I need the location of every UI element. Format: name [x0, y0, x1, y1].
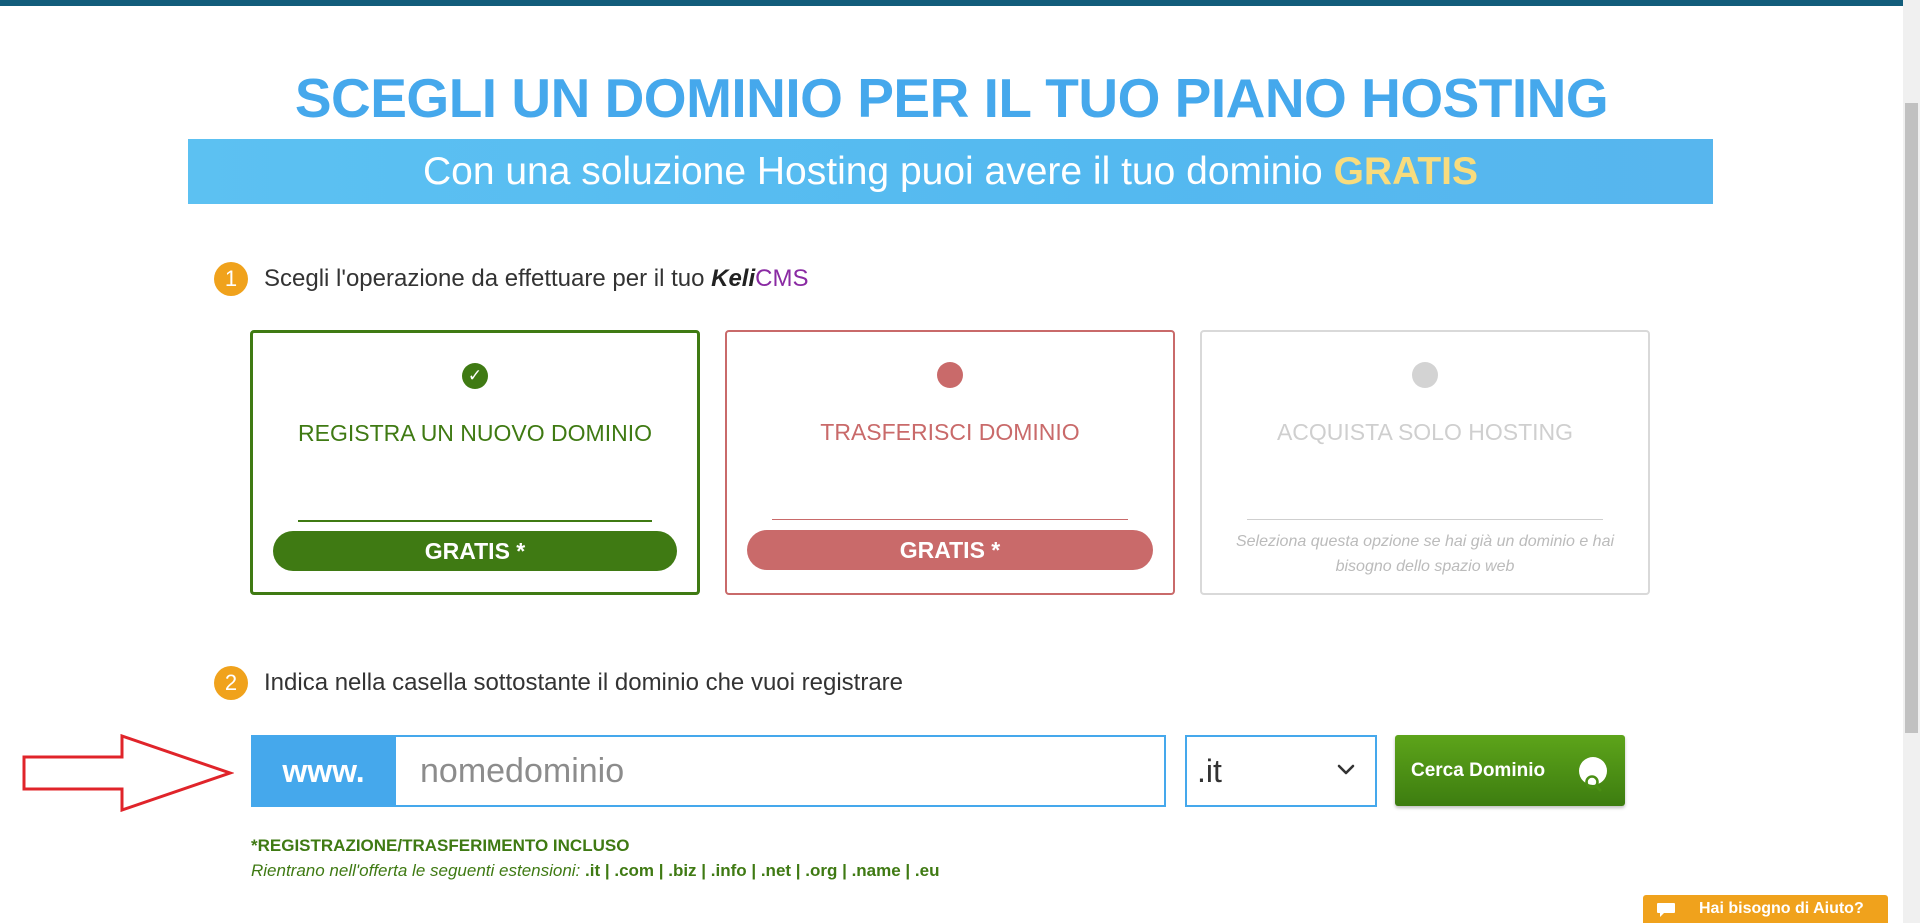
domain-name-input[interactable]	[396, 735, 1166, 807]
radio-dot-icon	[1412, 362, 1438, 388]
extensions-note: Rientrano nell'offerta le seguenti esten…	[251, 861, 939, 881]
step-1-text: Scegli l'operazione da effettuare per il…	[264, 265, 705, 292]
search-icon	[1579, 757, 1607, 792]
promo-banner: Con una soluzione Hosting puoi avere il …	[188, 139, 1713, 204]
option-price-badge[interactable]: GRATIS *	[273, 531, 677, 571]
scrollbar-thumb[interactable]	[1905, 103, 1918, 733]
search-button-label: Cerca Dominio	[1411, 760, 1546, 781]
tld-select[interactable]: .it	[1185, 735, 1377, 807]
option-register-domain[interactable]: ✓ REGISTRA UN NUOVO DOMINIO GRATIS *	[250, 330, 700, 595]
page-title: SCEGLI UN DOMINIO PER IL TUO PIANO HOSTI…	[294, 67, 1609, 129]
step-2-text: Indica nella casella sottostante il domi…	[264, 669, 904, 696]
tld-selected-value: .it	[1197, 753, 1222, 789]
option-title: TRASFERISCI DOMINIO	[820, 419, 1080, 445]
option-price-badge[interactable]: GRATIS *	[747, 530, 1153, 570]
vertical-scrollbar[interactable]	[1903, 0, 1920, 923]
banner-highlight: GRATIS	[1333, 150, 1479, 193]
option-transfer-domain[interactable]: TRASFERISCI DOMINIO GRATIS *	[725, 330, 1175, 595]
step-2-badge: 2	[214, 666, 248, 700]
option-divider	[1247, 519, 1603, 520]
help-label: Hai bisogno di Aiuto?	[1699, 900, 1864, 917]
option-divider	[772, 519, 1128, 520]
option-hosting-only[interactable]: ACQUISTA SOLO HOSTING Seleziona questa o…	[1200, 330, 1650, 595]
extensions-lead: Rientrano nell'offerta le seguenti esten…	[251, 861, 581, 880]
included-note: *REGISTRAZIONE/TRASFERIMENTO INCLUSO	[251, 836, 630, 855]
brand-keli: Keli	[711, 265, 756, 292]
chevron-down-icon	[1337, 764, 1355, 775]
step-1-label: Scegli l'operazione da effettuare per il…	[264, 265, 808, 293]
chat-bubble-icon	[1657, 903, 1675, 917]
help-chat-button[interactable]: Hai bisogno di Aiuto?	[1643, 895, 1888, 923]
extensions-list: .it | .com | .biz | .info | .net | .org …	[585, 861, 940, 880]
top-bar	[0, 0, 1920, 6]
step-1-badge: 1	[214, 262, 248, 296]
option-title: REGISTRA UN NUOVO DOMINIO	[298, 420, 652, 446]
radio-dot-icon	[937, 362, 963, 388]
option-title: ACQUISTA SOLO HOSTING	[1276, 419, 1574, 445]
banner-text: Con una soluzione Hosting puoi avere il …	[422, 150, 1323, 193]
option-note: Seleziona questa opzione se hai già un d…	[1235, 533, 1615, 575]
brand-cms: CMS	[755, 265, 809, 292]
search-domain-button[interactable]: Cerca Dominio	[1395, 735, 1625, 806]
option-divider	[298, 520, 652, 522]
www-prefix: www.	[251, 735, 396, 807]
annotation-arrow-icon	[22, 734, 234, 812]
check-icon: ✓	[462, 363, 488, 389]
